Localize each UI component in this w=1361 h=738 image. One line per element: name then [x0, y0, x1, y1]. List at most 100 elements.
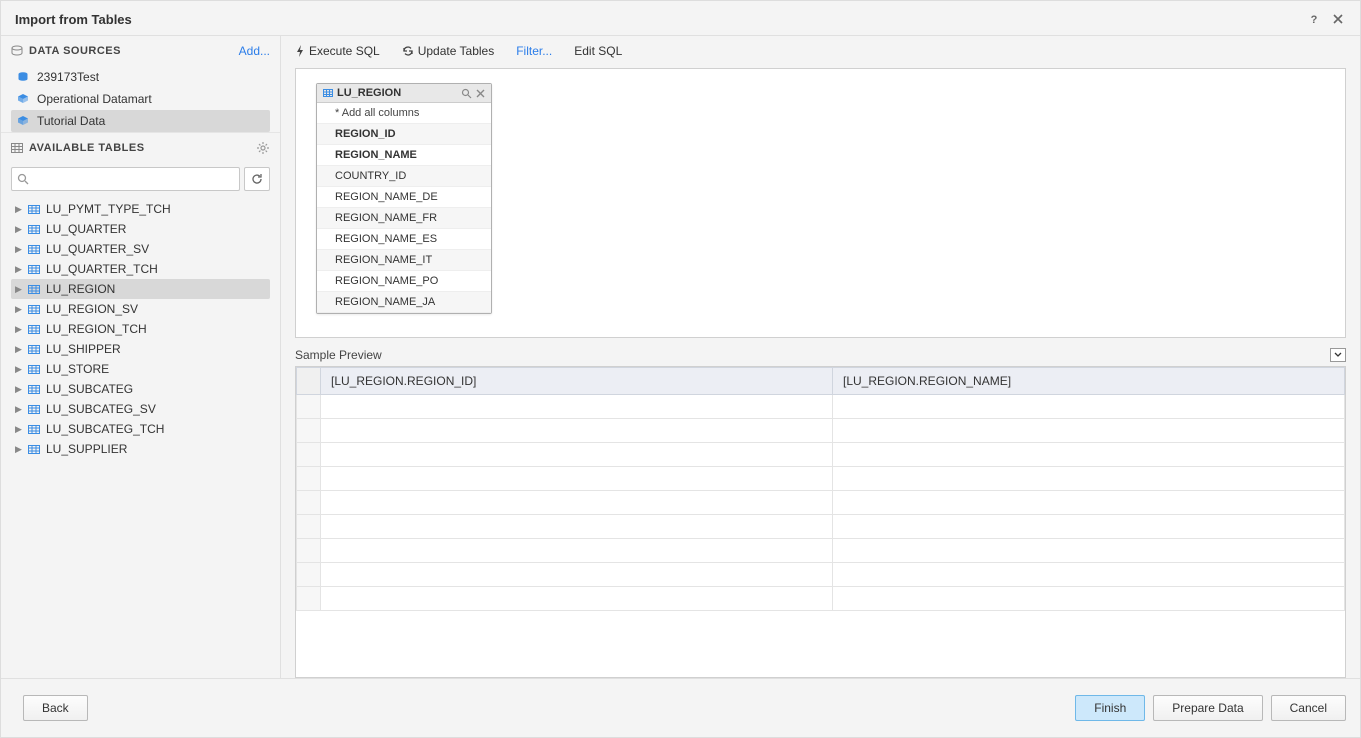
table-icon — [28, 445, 42, 454]
main-panel: Execute SQL Update Tables Filter... Edit… — [281, 36, 1360, 678]
table-tree-item[interactable]: ▶LU_SUPPLIER — [11, 439, 270, 459]
back-button[interactable]: Back — [23, 695, 88, 721]
add-datasource-link[interactable]: Add... — [239, 44, 270, 58]
table-tree-item[interactable]: ▶LU_REGION_SV — [11, 299, 270, 319]
search-input[interactable] — [11, 167, 240, 191]
table-icon — [28, 205, 42, 214]
preview-cell — [321, 467, 833, 491]
caret-right-icon: ▶ — [15, 384, 25, 395]
caret-right-icon: ▶ — [15, 404, 25, 415]
preview-cell — [321, 395, 833, 419]
column-item[interactable]: REGION_NAME_DE — [317, 187, 491, 208]
row-handle — [297, 539, 321, 563]
table-tree-item[interactable]: ▶LU_QUARTER_TCH — [11, 259, 270, 279]
preview-cell — [833, 515, 1345, 539]
table-tree-item[interactable]: ▶ LU_SUBCATEG — [11, 379, 270, 399]
preview-column-header[interactable]: [LU_REGION.REGION_ID] — [321, 368, 833, 395]
available-tables-title: AVAILABLE TABLES — [29, 142, 145, 154]
cancel-button[interactable]: Cancel — [1271, 695, 1346, 721]
column-item[interactable]: REGION_NAME_FR — [317, 208, 491, 229]
preview-cell — [321, 563, 833, 587]
table-tree-item[interactable]: ▶LU_REGION_TCH — [11, 319, 270, 339]
column-item[interactable]: REGION_ID — [317, 124, 491, 145]
table-tree-item[interactable]: ▶ LU_PYMT_TYPE_TCH — [11, 199, 270, 219]
preview-cell — [321, 515, 833, 539]
table-name: LU_QUARTER_TCH — [46, 262, 158, 276]
execute-sql-button[interactable]: Execute SQL — [295, 44, 380, 58]
table-icon — [28, 285, 42, 294]
database-icon — [11, 45, 23, 57]
table-icon — [28, 345, 42, 354]
table-icon — [28, 225, 42, 234]
table-name: LU_QUARTER_SV — [46, 242, 149, 256]
table-name: LU_REGION — [46, 282, 115, 296]
table-card-header[interactable]: LU_REGION — [317, 84, 491, 103]
edit-sql-button[interactable]: Edit SQL — [574, 44, 622, 58]
table-name: LU_PYMT_TYPE_TCH — [46, 202, 171, 216]
datasource-item[interactable]: Tutorial Data — [11, 110, 270, 132]
table-tree-item[interactable]: ▶ LU_SUBCATEG_SV — [11, 399, 270, 419]
caret-right-icon: ▶ — [15, 324, 25, 335]
table-icon — [28, 265, 42, 274]
available-tables-header: AVAILABLE TABLES — [1, 132, 280, 163]
caret-right-icon: ▶ — [15, 204, 25, 215]
preview-row — [297, 587, 1345, 611]
db-icon — [17, 71, 31, 83]
row-handle — [297, 587, 321, 611]
table-grid-icon — [11, 143, 23, 153]
preview-cell — [321, 539, 833, 563]
preview-cell — [833, 395, 1345, 419]
preview-cell — [321, 491, 833, 515]
help-icon[interactable]: ? — [1306, 11, 1322, 27]
card-search-icon[interactable] — [461, 88, 472, 99]
query-canvas[interactable]: LU_REGION * Add all columnsREGION_IDREGI… — [295, 68, 1346, 338]
caret-right-icon: ▶ — [15, 364, 25, 375]
table-icon — [28, 385, 42, 394]
column-item[interactable]: REGION_NAME_PO — [317, 271, 491, 292]
finish-button[interactable]: Finish — [1075, 695, 1145, 721]
preview-row — [297, 563, 1345, 587]
table-card[interactable]: LU_REGION * Add all columnsREGION_IDREGI… — [316, 83, 492, 314]
data-sources-header: DATA SOURCES Add... — [1, 36, 280, 66]
datasource-item[interactable]: 239173Test — [11, 66, 270, 88]
table-name: LU_SUBCATEG_SV — [46, 402, 156, 416]
preview-expand-icon[interactable] — [1330, 348, 1346, 362]
table-tree-item[interactable]: ▶LU_SHIPPER — [11, 339, 270, 359]
cube-icon — [17, 93, 31, 105]
card-close-icon[interactable] — [476, 89, 485, 98]
table-icon — [28, 365, 42, 374]
cube-icon — [17, 115, 31, 127]
table-tree-item[interactable]: ▶LU_REGION — [11, 279, 270, 299]
close-icon[interactable] — [1330, 11, 1346, 27]
preview-row — [297, 419, 1345, 443]
caret-right-icon: ▶ — [15, 244, 25, 255]
datasource-name: 239173Test — [37, 70, 99, 84]
datasource-name: Operational Datamart — [37, 92, 152, 106]
table-icon — [28, 425, 42, 434]
column-item[interactable]: COUNTRY_ID — [317, 166, 491, 187]
prepare-data-button[interactable]: Prepare Data — [1153, 695, 1262, 721]
preview-column-header[interactable]: [LU_REGION.REGION_NAME] — [833, 368, 1345, 395]
table-tree-item[interactable]: ▶LU_SUBCATEG_TCH — [11, 419, 270, 439]
table-tree-item[interactable]: ▶ LU_QUARTER_SV — [11, 239, 270, 259]
row-handle — [297, 491, 321, 515]
column-item[interactable]: REGION_NAME_JA — [317, 292, 491, 313]
row-corner — [297, 368, 321, 395]
table-name: LU_SUBCATEG — [46, 382, 133, 396]
table-tree-item[interactable]: ▶LU_STORE — [11, 359, 270, 379]
preview-row — [297, 395, 1345, 419]
add-all-columns[interactable]: * Add all columns — [317, 103, 491, 124]
table-tree-item[interactable]: ▶LU_QUARTER — [11, 219, 270, 239]
preview-cell — [321, 443, 833, 467]
datasource-item[interactable]: Operational Datamart — [11, 88, 270, 110]
gear-icon[interactable] — [256, 141, 270, 155]
table-icon — [28, 305, 42, 314]
column-item[interactable]: REGION_NAME_IT — [317, 250, 491, 271]
column-item[interactable]: REGION_NAME — [317, 145, 491, 166]
refresh-button[interactable] — [244, 167, 270, 191]
table-name: LU_SUBCATEG_TCH — [46, 422, 164, 436]
update-tables-button[interactable]: Update Tables — [402, 44, 495, 58]
filter-button[interactable]: Filter... — [516, 44, 552, 58]
column-item[interactable]: REGION_NAME_ES — [317, 229, 491, 250]
preview-cell — [833, 467, 1345, 491]
